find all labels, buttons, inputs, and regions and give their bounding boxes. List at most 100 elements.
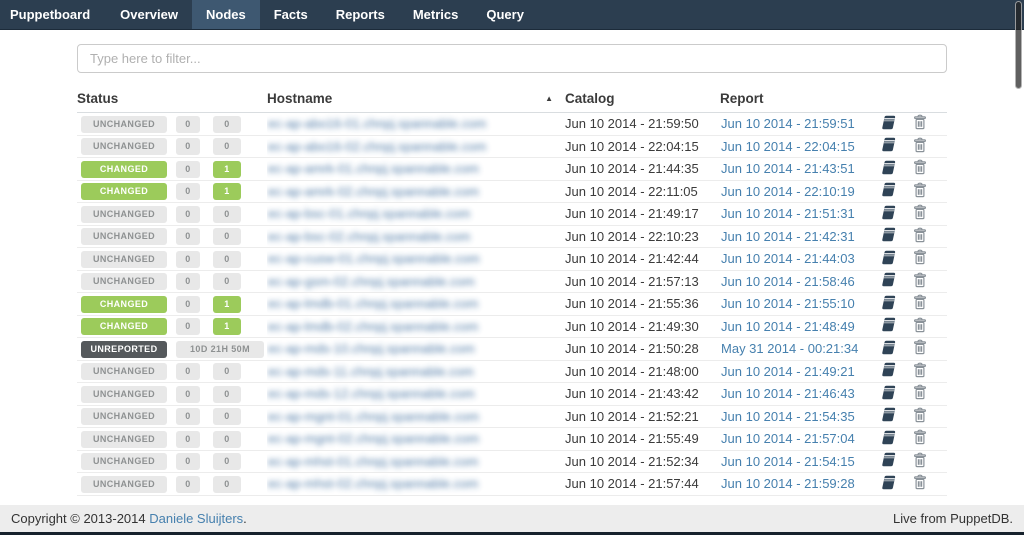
column-header-hostname[interactable]: Hostname ▲ xyxy=(267,89,557,113)
status-badge: UNCHANGED xyxy=(81,431,167,448)
report-book-icon[interactable] xyxy=(879,250,896,268)
failed-count-cell: 0 xyxy=(172,293,209,316)
catalog-timestamp: Jun 10 2014 - 21:44:35 xyxy=(557,158,720,181)
report-link[interactable]: Jun 10 2014 - 21:55:10 xyxy=(721,296,855,311)
delete-trash-icon[interactable] xyxy=(913,384,927,403)
report-book-icon[interactable] xyxy=(879,182,896,200)
table-row: CHANGED 0 1 ec-ap-lmdb-02.chnpj.spannabl… xyxy=(77,315,947,338)
column-header-report[interactable]: Report xyxy=(720,89,947,113)
hostname-link[interactable]: ec-ap-mds-10.chnpj.spannable.com xyxy=(268,341,475,356)
hostname-link[interactable]: ec-ap-lmdb-01.chnpj.spannable.com xyxy=(268,296,478,311)
delete-trash-icon[interactable] xyxy=(913,429,927,448)
report-book-icon[interactable] xyxy=(879,340,896,358)
failed-count-cell: 0 xyxy=(172,360,209,383)
report-book-icon[interactable] xyxy=(879,160,896,178)
report-link[interactable]: Jun 10 2014 - 21:49:21 xyxy=(721,364,855,379)
report-link[interactable]: Jun 10 2014 - 21:43:51 xyxy=(721,161,855,176)
report-link[interactable]: Jun 10 2014 - 21:57:04 xyxy=(721,431,855,446)
report-book-icon[interactable] xyxy=(879,137,896,155)
report-book-icon[interactable] xyxy=(879,227,896,245)
hostname-link[interactable]: ec-ap-mgnt-02.chnpj.spannable.com xyxy=(268,431,479,446)
failed-count-badge: 0 xyxy=(176,386,200,403)
nav-item-facts[interactable]: Facts xyxy=(260,0,322,29)
column-header-catalog[interactable]: Catalog xyxy=(557,89,720,113)
hostname-link[interactable]: ec-ap-cusw-01.chnpj.spannable.com xyxy=(268,251,480,266)
changed-count-cell: 0 xyxy=(209,383,267,406)
hostname-link[interactable]: ec-ap-mds-12.chnpj.spannable.com xyxy=(268,386,475,401)
report-link[interactable]: Jun 10 2014 - 21:54:35 xyxy=(721,409,855,424)
report-link[interactable]: Jun 10 2014 - 21:59:51 xyxy=(721,116,855,131)
delete-trash-icon[interactable] xyxy=(913,362,927,381)
column-header-status[interactable]: Status xyxy=(77,89,267,113)
report-link[interactable]: Jun 10 2014 - 21:42:31 xyxy=(721,229,855,244)
report-link[interactable]: Jun 10 2014 - 21:58:46 xyxy=(721,274,855,289)
changed-count-badge: 0 xyxy=(213,476,241,493)
nav-item-overview[interactable]: Overview xyxy=(106,0,192,29)
delete-trash-icon[interactable] xyxy=(913,249,927,268)
report-book-icon[interactable] xyxy=(879,475,896,493)
delete-trash-icon[interactable] xyxy=(913,137,927,156)
hostname-link[interactable]: ec-ap-mhst-01.chnpj.spannable.com xyxy=(268,454,478,469)
report-link[interactable]: May 31 2014 - 00:21:34 xyxy=(721,341,858,356)
hostname-link[interactable]: ec-ap-amrk-01.chnpj.spannable.com xyxy=(268,161,479,176)
hostname-link[interactable]: ec-ap-mds-11.chnpj.spannable.com xyxy=(268,364,474,379)
report-link[interactable]: Jun 10 2014 - 21:44:03 xyxy=(721,251,855,266)
hostname-link[interactable]: ec-ap-gsm-02.chnpj.spannable.com xyxy=(268,274,475,289)
delete-trash-icon[interactable] xyxy=(913,339,927,358)
delete-trash-icon[interactable] xyxy=(913,204,927,223)
report-book-icon[interactable] xyxy=(879,385,896,403)
nav-item-metrics[interactable]: Metrics xyxy=(399,0,473,29)
hostname-link[interactable]: ec-ap-abo16-01.chnpj.spannable.com xyxy=(268,116,486,131)
hostname-link[interactable]: ec-ap-bsc-01.chnpj.spannable.com xyxy=(268,206,470,221)
hostname-link[interactable]: ec-ap-mgnt-01.chnpj.spannable.com xyxy=(268,409,479,424)
report-link[interactable]: Jun 10 2014 - 22:04:15 xyxy=(721,139,855,154)
report-book-icon[interactable] xyxy=(879,205,896,223)
failed-count-badge: 0 xyxy=(176,273,200,290)
report-link[interactable]: Jun 10 2014 - 21:51:31 xyxy=(721,206,855,221)
delete-trash-icon[interactable] xyxy=(913,294,927,313)
failed-count-badge: 0 xyxy=(176,228,200,245)
delete-trash-icon[interactable] xyxy=(913,474,927,493)
report-link[interactable]: Jun 10 2014 - 21:46:43 xyxy=(721,386,855,401)
report-book-icon[interactable] xyxy=(879,272,896,290)
delete-trash-icon[interactable] xyxy=(913,182,927,201)
report-link[interactable]: Jun 10 2014 - 22:10:19 xyxy=(721,184,855,199)
report-book-icon[interactable] xyxy=(879,317,896,335)
hostname-link[interactable]: ec-ap-lmdb-02.chnpj.spannable.com xyxy=(268,319,478,334)
delete-trash-icon[interactable] xyxy=(913,114,927,133)
failed-count-badge: 0 xyxy=(176,251,200,268)
delete-trash-icon[interactable] xyxy=(913,407,927,426)
report-book-icon[interactable] xyxy=(879,407,896,425)
filter-input[interactable] xyxy=(77,44,947,73)
failed-count-badge: 0 xyxy=(176,296,200,313)
delete-trash-icon[interactable] xyxy=(913,159,927,178)
hostname-link[interactable]: ec-ap-abo16-02.chnpj.spannable.com xyxy=(268,139,486,154)
delete-trash-icon[interactable] xyxy=(913,452,927,471)
failed-count-cell: 0 xyxy=(172,113,209,136)
catalog-timestamp: Jun 10 2014 - 21:50:28 xyxy=(557,338,720,361)
status-badge: CHANGED xyxy=(81,161,167,178)
nav-item-nodes[interactable]: Nodes xyxy=(192,0,260,29)
report-book-icon[interactable] xyxy=(879,115,896,133)
delete-trash-icon[interactable] xyxy=(913,272,927,291)
report-book-icon[interactable] xyxy=(879,452,896,470)
delete-trash-icon[interactable] xyxy=(913,317,927,336)
hostname-link[interactable]: ec-ap-amrk-02.chnpj.spannable.com xyxy=(268,184,479,199)
hostname-link[interactable]: ec-ap-mhst-02.chnpj.spannable.com xyxy=(268,476,478,491)
navbar-brand[interactable]: Puppetboard xyxy=(0,0,106,29)
table-row: UNCHANGED 0 0 ec-ap-mhst-01.chnpj.spanna… xyxy=(77,450,947,473)
nav-item-reports[interactable]: Reports xyxy=(322,0,399,29)
catalog-timestamp: Jun 10 2014 - 22:04:15 xyxy=(557,135,720,158)
report-book-icon[interactable] xyxy=(879,295,896,313)
hostname-link[interactable]: ec-ap-bsc-02.chnpj.spannable.com xyxy=(268,229,470,244)
delete-trash-icon[interactable] xyxy=(913,227,927,246)
vertical-scrollbar-thumb[interactable] xyxy=(1015,1,1022,89)
nav-item-query[interactable]: Query xyxy=(472,0,538,29)
report-link[interactable]: Jun 10 2014 - 21:48:49 xyxy=(721,319,855,334)
report-link[interactable]: Jun 10 2014 - 21:59:28 xyxy=(721,476,855,491)
report-book-icon[interactable] xyxy=(879,362,896,380)
failed-count-cell: 0 xyxy=(172,405,209,428)
report-book-icon[interactable] xyxy=(879,430,896,448)
author-link[interactable]: Daniele Sluijters xyxy=(149,511,243,526)
report-link[interactable]: Jun 10 2014 - 21:54:15 xyxy=(721,454,855,469)
